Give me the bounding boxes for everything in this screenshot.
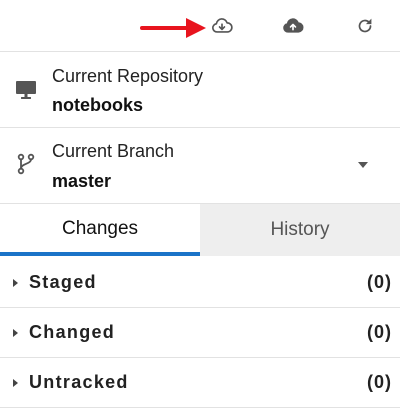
- repository-name: notebooks: [52, 95, 144, 115]
- git-branch-icon: [17, 153, 35, 175]
- tab-changes[interactable]: Changes: [0, 204, 200, 256]
- group-count: (0): [367, 272, 392, 292]
- git-toolbar: [0, 0, 400, 52]
- group-name: Changed: [29, 322, 116, 342]
- refresh-button[interactable]: [351, 12, 379, 40]
- cloud-upload-icon: [283, 18, 304, 33]
- tab-history[interactable]: History: [200, 204, 400, 256]
- pull-button[interactable]: [208, 12, 236, 40]
- tab-bar: Changes History: [0, 204, 400, 256]
- current-repository-panel[interactable]: Current Repository notebooks: [0, 52, 400, 128]
- group-name: Untracked: [29, 372, 129, 392]
- branch-name: master: [52, 171, 112, 191]
- red-arrow-icon: [140, 18, 206, 38]
- caret-right-icon: [13, 329, 18, 337]
- current-branch-panel[interactable]: Current Branch master: [0, 128, 400, 204]
- staged-group-header[interactable]: Staged (0): [0, 258, 400, 308]
- branch-label: Current Branch: [52, 141, 175, 161]
- changed-group-header[interactable]: Changed (0): [0, 308, 400, 358]
- group-count: (0): [367, 372, 392, 392]
- group-name: Staged: [29, 272, 97, 292]
- cloud-download-icon: [212, 18, 233, 33]
- caret-right-icon: [13, 279, 18, 287]
- refresh-icon: [358, 18, 372, 33]
- monitor-icon: [16, 81, 36, 99]
- chevron-down-icon[interactable]: [358, 162, 368, 168]
- repository-label: Current Repository: [52, 66, 204, 86]
- group-count: (0): [367, 322, 392, 342]
- push-button[interactable]: [279, 12, 307, 40]
- caret-right-icon: [13, 379, 18, 387]
- untracked-group-header[interactable]: Untracked (0): [0, 358, 400, 408]
